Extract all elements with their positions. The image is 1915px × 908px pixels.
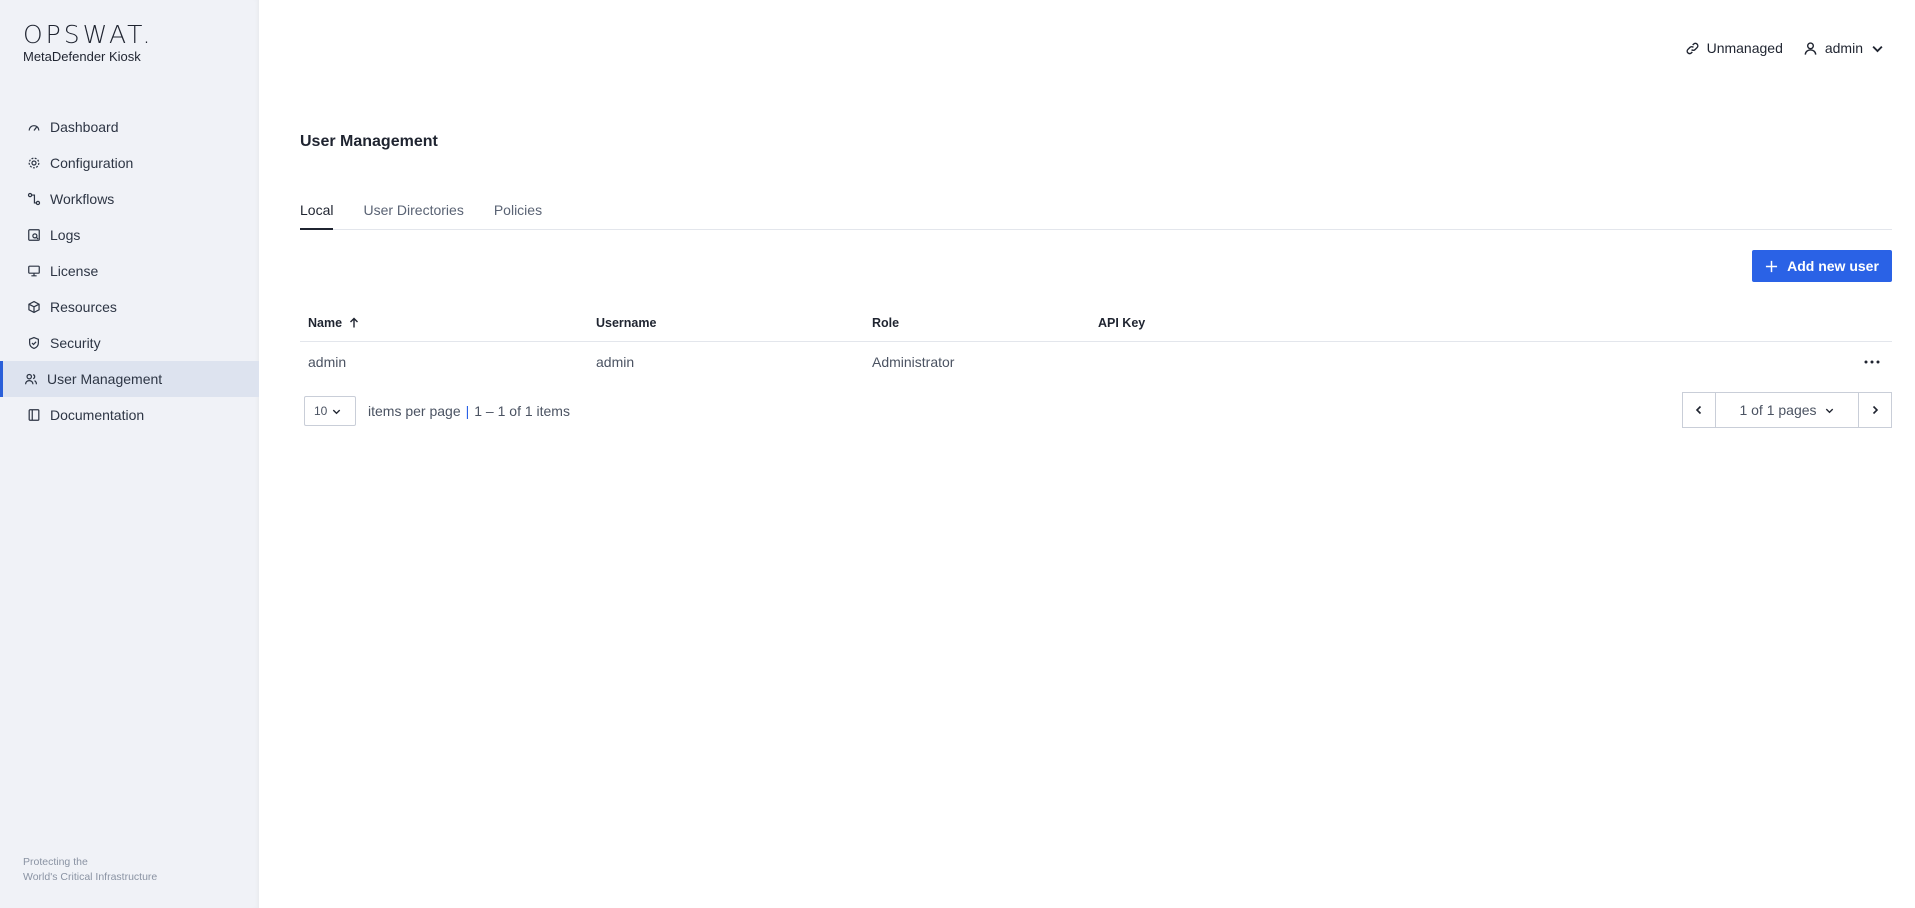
sidebar-item-label: License — [50, 263, 99, 279]
add-new-user-button[interactable]: Add new user — [1752, 250, 1892, 282]
box-icon — [27, 300, 41, 314]
unmanaged-status-link[interactable]: Unmanaged — [1685, 40, 1783, 56]
sidebar-item-label: User Management — [47, 371, 163, 387]
page-select[interactable]: 1 of 1 pages — [1716, 392, 1858, 428]
sidebar-item-configuration[interactable]: Configuration — [0, 145, 259, 181]
column-header-name[interactable]: Name — [300, 316, 596, 330]
dashboard-icon — [27, 120, 41, 134]
chevron-right-icon — [1872, 405, 1879, 415]
row-actions — [1852, 360, 1892, 364]
sidebar: OPSWAT. MetaDefender Kiosk Dashboard Con… — [0, 0, 259, 908]
pagination: 1 of 1 pages — [1682, 392, 1892, 428]
product-name: MetaDefender Kiosk — [23, 49, 141, 64]
cell-username: admin — [596, 353, 635, 370]
users-table: Name Username Role API Key admin admin A… — [300, 305, 1892, 381]
sidebar-item-workflows[interactable]: Workflows — [0, 181, 259, 217]
column-header-api-key[interactable]: API Key — [1098, 316, 1852, 330]
page-title: User Management — [300, 133, 438, 150]
sidebar-item-label: Documentation — [50, 407, 145, 423]
tagline-line-2: World's Critical Infrastructure — [23, 871, 158, 883]
previous-page-button[interactable] — [1682, 392, 1716, 428]
items-per-page-label: items per page — [368, 403, 461, 419]
column-header-role[interactable]: Role — [872, 316, 1098, 330]
more-actions-icon[interactable] — [1864, 360, 1880, 364]
sidebar-item-logs[interactable]: Logs — [0, 217, 259, 253]
next-page-button[interactable] — [1858, 392, 1892, 428]
tab-local[interactable]: Local — [300, 202, 334, 230]
top-bar: Unmanaged admin — [1685, 40, 1892, 56]
sidebar-item-security[interactable]: Security — [0, 325, 259, 361]
app-root: OPSWAT. MetaDefender Kiosk Dashboard Con… — [0, 0, 1915, 908]
items-per-page-value: 10 — [314, 404, 328, 418]
link-icon — [1686, 42, 1699, 54]
sidebar-tagline: Protecting the World's Critical Infrastr… — [23, 855, 157, 885]
sidebar-item-label: Logs — [50, 227, 81, 243]
tab-user-directories[interactable]: User Directories — [363, 202, 463, 230]
sidebar-item-label: Security — [50, 335, 101, 351]
table-header: Name Username Role API Key — [300, 305, 1892, 342]
cell-role: Administrator — [872, 353, 955, 370]
shield-icon — [27, 336, 41, 350]
cell-name: admin — [308, 353, 347, 370]
user-icon — [1804, 41, 1817, 55]
page-select-label: 1 of 1 pages — [1739, 402, 1817, 418]
pagination-separator: | — [465, 403, 470, 419]
sidebar-item-documentation[interactable]: Documentation — [0, 397, 259, 433]
logs-icon — [27, 228, 41, 242]
opswat-logo: OPSWAT. — [23, 20, 154, 49]
tagline-line-1: Protecting the — [23, 856, 88, 868]
table-row[interactable]: admin admin Administrator — [300, 342, 1892, 381]
items-per-page-select[interactable]: 10 — [304, 396, 356, 426]
sort-ascending-icon[interactable] — [348, 317, 360, 329]
items-range-label: 1 – 1 of 1 items — [474, 403, 570, 419]
sidebar-item-label: Workflows — [50, 191, 115, 207]
add-new-user-label: Add new user — [1787, 258, 1879, 274]
license-icon — [27, 264, 41, 278]
sidebar-item-label: Resources — [50, 299, 117, 315]
column-header-name-label: Name — [308, 316, 343, 330]
chevron-down-icon — [333, 409, 341, 414]
plus-icon — [1766, 260, 1778, 272]
user-menu[interactable]: admin — [1803, 40, 1892, 56]
main-content: Unmanaged admin User Management Local Us… — [259, 0, 1915, 908]
sidebar-nav: Dashboard Configuration Workflows Logs L… — [0, 109, 259, 433]
workflow-icon — [27, 192, 41, 206]
book-icon — [27, 408, 41, 422]
chevron-left-icon — [1695, 405, 1702, 415]
gear-icon — [27, 156, 41, 170]
sidebar-item-label: Dashboard — [50, 119, 119, 135]
column-header-username[interactable]: Username — [596, 316, 872, 330]
tab-bar: Local User Directories Policies — [300, 202, 1892, 230]
unmanaged-label: Unmanaged — [1706, 40, 1783, 56]
user-menu-label: admin — [1824, 40, 1863, 56]
users-icon — [24, 372, 38, 386]
page-size-control: 10 items per page | 1 – 1 of 1 items — [304, 396, 570, 426]
chevron-down-icon — [1872, 45, 1883, 52]
chevron-down-icon — [1825, 408, 1833, 413]
sidebar-item-dashboard[interactable]: Dashboard — [0, 109, 259, 145]
sidebar-item-user-management[interactable]: User Management — [0, 361, 259, 397]
sidebar-item-license[interactable]: License — [0, 253, 259, 289]
sidebar-item-resources[interactable]: Resources — [0, 289, 259, 325]
tab-policies[interactable]: Policies — [494, 202, 542, 230]
sidebar-item-label: Configuration — [50, 155, 134, 171]
brand: OPSWAT. MetaDefender Kiosk — [23, 20, 154, 65]
